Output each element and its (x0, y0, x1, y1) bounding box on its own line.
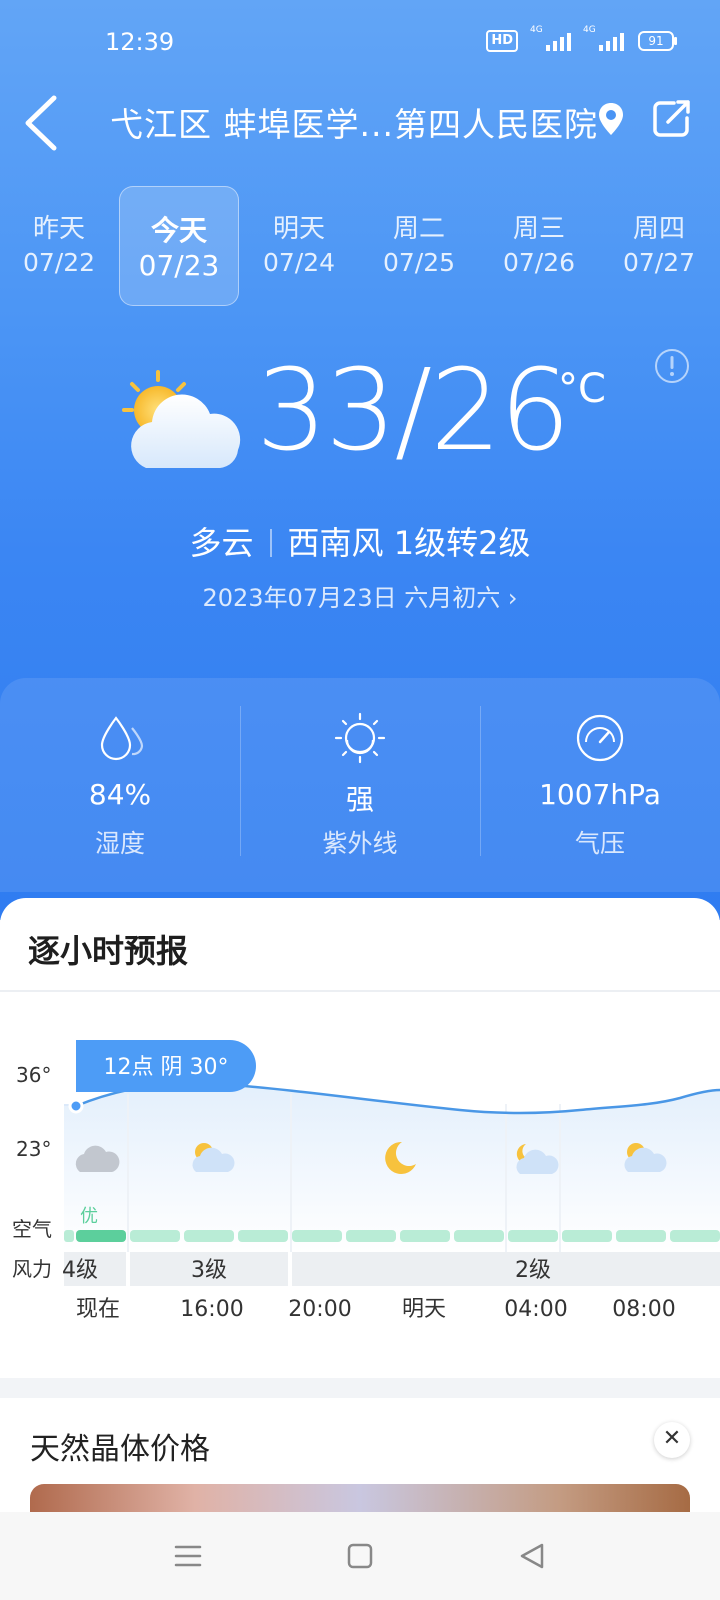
metric-label: 湿度 (94, 829, 145, 858)
chevron-left-icon (25, 95, 57, 151)
menu-icon[interactable] (170, 1538, 206, 1574)
date-tab-date: 07/25 (382, 248, 456, 277)
wind-text: 西南风 1级转2级 (287, 524, 531, 562)
date-tabs: 昨天 07/22 今天 07/23 明天 07/24 周二 07/25 周三 0… (0, 186, 720, 308)
metric-value: 1007hPa (539, 778, 661, 811)
y-axis-label-low: 23° (16, 1137, 51, 1161)
date-tab-date: 07/23 (138, 249, 220, 282)
metric-uv[interactable]: 强 紫外线 (240, 678, 480, 878)
date-tab-thursday[interactable]: 周四 07/27 (600, 186, 718, 304)
time-label: 16:00 (180, 1297, 243, 1322)
status-icons: HD 4G 4G 91 (486, 25, 677, 52)
condition-text: 多云 (189, 524, 254, 562)
ad-card[interactable]: 天然晶体价格 ✕ (0, 1398, 720, 1518)
time-label: 04:00 (504, 1297, 567, 1322)
date-tab-tuesday[interactable]: 周二 07/25 (360, 186, 478, 304)
status-bar: 12:39 HD 4G 4G 91 (0, 0, 720, 88)
wind-row-label: 风力 (12, 1257, 52, 1281)
date-tab-day: 周三 (512, 214, 565, 244)
current-point (68, 1098, 84, 1114)
condition-line: 多云 西南风 1级转2级 (0, 518, 720, 564)
date-tab-day: 周二 (392, 214, 445, 244)
date-tab-date: 07/26 (502, 248, 576, 277)
status-time: 12:39 (105, 28, 175, 56)
date-tab-day: 明天 (272, 214, 325, 244)
date-tab-day: 周四 (632, 214, 685, 244)
share-icon[interactable] (652, 98, 692, 138)
signal-4g-icon-2: 4G (583, 25, 624, 51)
location-title[interactable]: 弋江区 蚌埠医学...第四人民医院 (110, 98, 598, 146)
metric-label: 紫外线 (322, 829, 398, 858)
wind-segment (292, 1252, 720, 1286)
date-tab-day: 昨天 (32, 214, 85, 244)
time-label: 明天 (402, 1297, 446, 1322)
divider (0, 990, 720, 992)
air-quality-label: 优 (80, 1206, 98, 1227)
back-triangle-icon[interactable] (514, 1538, 550, 1574)
metric-value: 强 (345, 783, 374, 816)
time-label: 现在 (76, 1297, 120, 1322)
time-label: 20:00 (288, 1297, 351, 1322)
hourly-forecast-card: 逐小时预报 12点 阴 30° 36° 23° 空气 优 风力 4级 3级 2级… (0, 898, 720, 1378)
home-icon[interactable] (342, 1538, 378, 1574)
app-header: 弋江区 蚌埠医学...第四人民医院 (0, 88, 720, 154)
date-tab-tomorrow[interactable]: 明天 07/24 (240, 186, 358, 304)
temperature-unit: °C (558, 366, 606, 412)
date-tab-yesterday[interactable]: 昨天 07/22 (0, 186, 118, 304)
metric-pressure[interactable]: 1007hPa 气压 (480, 678, 720, 878)
humidity-icon (100, 716, 144, 761)
signal-4g-icon: 4G (530, 25, 571, 51)
hd-icon: HD (486, 30, 518, 52)
metric-label: 气压 (574, 829, 625, 858)
date-tab-date: 07/27 (622, 248, 696, 277)
air-quality-bars (64, 1230, 720, 1242)
metric-humidity[interactable]: 84% 湿度 (0, 678, 240, 878)
metric-value: 84% (88, 778, 152, 811)
divider (269, 529, 272, 557)
ad-close-button[interactable]: ✕ (654, 1422, 690, 1458)
date-tab-wednesday[interactable]: 周三 07/26 (480, 186, 598, 304)
y-axis-label-high: 36° (16, 1063, 51, 1087)
temperature-range: 33/26 (256, 346, 571, 476)
temperature-tooltip: 12点 阴 30° (76, 1040, 256, 1092)
hourly-title: 逐小时预报 (28, 932, 189, 970)
back-button[interactable] (20, 92, 70, 151)
tooltip-text: 12点 阴 30° (104, 1055, 229, 1080)
wind-segment-label: 3级 (191, 1258, 227, 1283)
ad-title[interactable]: 天然晶体价格 (30, 1424, 210, 1468)
date-tab-today[interactable]: 今天 07/23 (119, 186, 239, 306)
metrics-card: 84% 湿度 强 紫外线 1007hPa 气压 (0, 678, 720, 892)
close-icon: ✕ (662, 1426, 682, 1451)
system-nav-bar (0, 1512, 720, 1600)
battery-icon: 91 (638, 31, 677, 51)
info-icon[interactable] (654, 348, 690, 384)
uv-sun-icon (334, 712, 386, 764)
date-lunar-link[interactable]: 2023年07月23日 六月初六 › (0, 578, 720, 613)
partly-cloudy-icon (122, 370, 241, 468)
time-label: 08:00 (612, 1297, 675, 1322)
location-pin-icon[interactable] (598, 102, 624, 136)
date-tab-date: 07/24 (262, 248, 336, 277)
hourly-chart[interactable]: 12点 阴 30° 36° 23° 空气 优 风力 4级 3级 2级 现在 16… (0, 994, 720, 1374)
wind-segment-label: 4级 (62, 1258, 98, 1283)
wind-segment-label: 2级 (515, 1258, 551, 1283)
date-tab-day: 今天 (150, 214, 207, 247)
pressure-gauge-icon (576, 714, 624, 762)
air-row-label: 空气 (12, 1217, 52, 1241)
date-tab-date: 07/22 (22, 248, 96, 277)
